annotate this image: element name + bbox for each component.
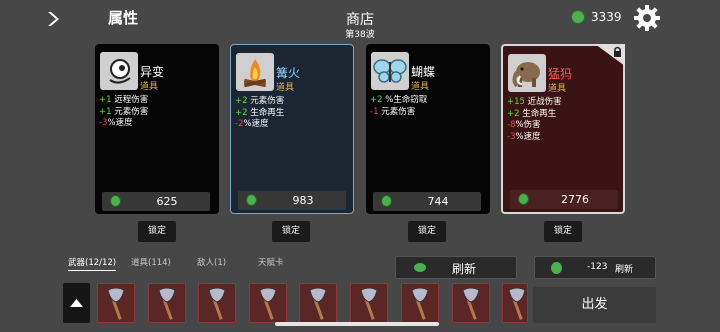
scroll-up-button[interactable]	[63, 283, 90, 323]
stat-line: +2 生命再生	[235, 107, 285, 118]
lock-button[interactable]: 锁定	[408, 221, 446, 242]
wave-counter: 第38波	[345, 30, 375, 40]
coin-icon	[571, 10, 585, 24]
coin-icon	[414, 263, 426, 272]
refresh-cost-button[interactable]: -123 刷新	[534, 256, 656, 279]
price: 625	[156, 195, 178, 208]
lock-icon	[595, 44, 625, 66]
stat-line: -8%伤害	[507, 120, 541, 130]
item-name: 蝴蝶	[411, 65, 436, 79]
coin-icon	[381, 195, 392, 207]
tab-items[interactable]: 道具(114)	[131, 256, 171, 268]
weapon-slot[interactable]	[198, 283, 236, 323]
shop-title: 商店	[346, 12, 374, 28]
attributes-button[interactable]: 属性	[108, 7, 138, 28]
gear-icon[interactable]	[633, 4, 661, 32]
campfire-icon	[236, 53, 274, 91]
refresh-cost: -123	[587, 262, 608, 272]
coin-icon	[518, 193, 529, 205]
weapon-slot[interactable]	[299, 283, 337, 323]
weapon-slot[interactable]	[148, 283, 186, 323]
axe-icon	[309, 287, 327, 320]
stat-line: -3%速度	[99, 118, 133, 128]
price: 983	[292, 194, 314, 207]
weapon-slot[interactable]	[350, 283, 388, 323]
shop-item-card[interactable]: 篝火 道具 +2 元素伤害 +2 生命再生 -2%速度 983	[230, 44, 354, 214]
coin-icon	[246, 194, 257, 206]
shop-item-card[interactable]: 蝴蝶 道具 +2 %生命窃取 -1 元素伤害 744	[366, 44, 490, 214]
price: 2776	[561, 193, 589, 206]
item-type: 道具	[411, 82, 430, 92]
price: 744	[427, 195, 449, 208]
stat-line: -2%速度	[235, 119, 269, 129]
start-button[interactable]: 出发	[533, 287, 656, 323]
stat-line: +2 %生命窃取	[370, 95, 428, 105]
refresh-button[interactable]: 刷新	[395, 256, 517, 279]
mammoth-icon	[508, 54, 546, 92]
stat-line: +2 元素伤害	[235, 96, 285, 106]
axe-icon	[360, 287, 378, 320]
home-indicator	[275, 322, 439, 326]
stat-line: -3%速度	[507, 131, 541, 142]
refresh-label: 刷新	[452, 262, 477, 276]
axe-icon	[411, 287, 429, 320]
stat-line: -1 元素伤害	[370, 106, 416, 117]
inventory-tabs: 武器(12/12) 道具(114) 敌人(1) 天赋卡	[64, 256, 384, 272]
weapon-slot[interactable]	[401, 283, 439, 323]
axe-icon	[158, 287, 176, 320]
stat-line: +2 生命再生	[507, 108, 557, 119]
tab-talent-cards[interactable]: 天赋卡	[258, 256, 284, 268]
tab-weapons[interactable]: 武器(12/12)	[68, 256, 117, 271]
axe-icon	[259, 287, 277, 320]
axe-icon	[508, 287, 526, 320]
item-type: 道具	[140, 82, 159, 92]
axe-icon	[107, 287, 125, 320]
lock-button[interactable]: 锁定	[272, 221, 310, 242]
buy-button[interactable]: 2776	[510, 190, 618, 209]
stat-line: +1 远程伤害	[99, 95, 149, 105]
butterfly-icon	[371, 52, 409, 90]
stat-line: +1 元素伤害	[99, 106, 149, 117]
shop-item-card[interactable]: 猛犸 道具 +15 近战伤害 +2 生命再生 -8%伤害 -3%速度 2776	[501, 44, 625, 214]
weapon-slot[interactable]	[97, 283, 135, 323]
weapon-slot[interactable]	[502, 283, 528, 323]
weapon-slot[interactable]	[249, 283, 287, 323]
coin-icon	[551, 262, 562, 274]
lock-button[interactable]: 锁定	[138, 221, 176, 242]
refresh-label: 刷新	[615, 265, 634, 275]
axe-icon	[208, 287, 226, 320]
stat-line: +15 近战伤害	[507, 97, 562, 107]
chevron-right-icon[interactable]	[44, 10, 62, 28]
item-name: 猛犸	[548, 67, 573, 81]
buy-button[interactable]: 983	[238, 191, 346, 210]
money-amount: 3339	[591, 10, 622, 24]
lock-button[interactable]: 锁定	[544, 221, 582, 242]
item-name: 篝火	[276, 66, 301, 80]
buy-button[interactable]: 625	[102, 192, 210, 211]
shop-item-card[interactable]: 异变 道具 +1 远程伤害 +1 元素伤害 -3%速度 625	[95, 44, 219, 214]
item-name: 异变	[140, 65, 165, 79]
buy-button[interactable]: 744	[373, 192, 481, 211]
item-type: 道具	[276, 83, 295, 93]
item-type: 道具	[548, 84, 567, 94]
coin-icon	[110, 195, 121, 207]
weapon-slot[interactable]	[452, 283, 490, 323]
axe-icon	[462, 287, 480, 320]
tab-enemies[interactable]: 敌人(1)	[197, 256, 226, 268]
creature-icon	[100, 52, 138, 90]
arrow-up-icon	[70, 299, 83, 307]
